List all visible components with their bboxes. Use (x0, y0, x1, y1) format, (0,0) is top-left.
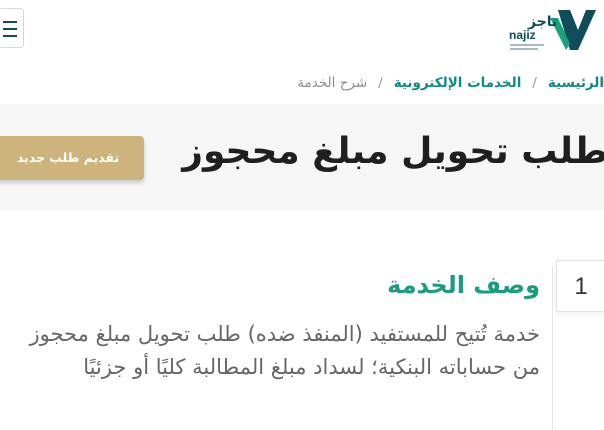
breadcrumb: الرئيسية / الخدمات الإلكترونية / شرح الخ… (297, 70, 604, 96)
page-title: طلب تحويل مبلغ محجوز (182, 131, 604, 172)
breadcrumb-separator: / (532, 75, 537, 91)
logo-latin-text: najiz (509, 28, 536, 42)
logo-subline (510, 44, 544, 46)
hamburger-line (3, 21, 17, 23)
new-request-button[interactable]: تقديم طلب جديد (0, 136, 144, 180)
logo-subline (510, 48, 538, 50)
breadcrumb-home-link[interactable]: الرئيسية (548, 75, 604, 91)
hamburger-line (3, 28, 17, 30)
step-number-box: 1 (556, 260, 604, 312)
top-navbar: ناجز najiz (0, 0, 604, 62)
hamburger-line (3, 35, 17, 37)
hamburger-menu-button[interactable] (0, 8, 24, 48)
section-divider (552, 266, 553, 430)
section-description: خدمة تُتيح للمستفيد (المنفذ ضده) طلب تحو… (29, 322, 540, 379)
step-number: 1 (574, 273, 588, 300)
section-title: وصف الخدمة (387, 271, 540, 299)
najiz-logo[interactable]: ناجز najiz (506, 4, 598, 54)
breadcrumb-separator: / (378, 75, 383, 91)
breadcrumb-eservices-link[interactable]: الخدمات الإلكترونية (394, 75, 522, 91)
breadcrumb-current: شرح الخدمة (297, 75, 368, 91)
